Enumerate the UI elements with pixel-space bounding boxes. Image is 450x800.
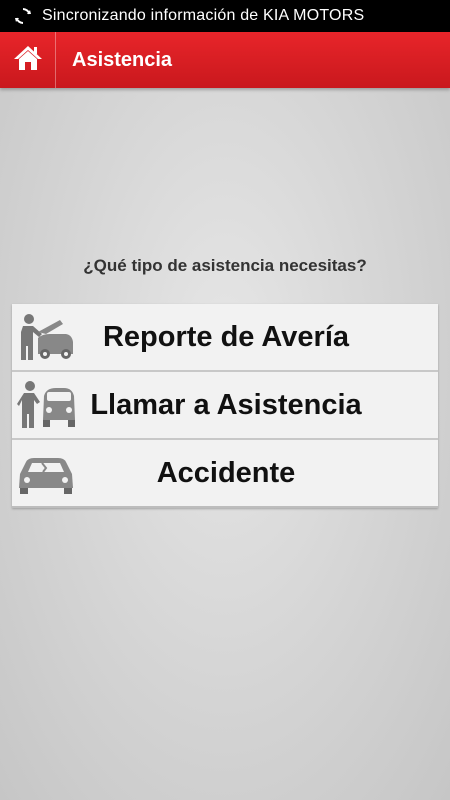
assistance-options: Reporte de Avería Llamar a Asistencia Ac… bbox=[12, 304, 438, 508]
option-breakdown-report[interactable]: Reporte de Avería bbox=[12, 304, 438, 372]
status-text: Sincronizando información de KIA MOTORS bbox=[42, 7, 365, 24]
option-label: Llamar a Asistencia bbox=[90, 388, 362, 421]
car-accident-icon bbox=[16, 446, 76, 502]
home-icon bbox=[13, 44, 43, 77]
option-label: Reporte de Avería bbox=[102, 320, 350, 353]
car-breakdown-icon bbox=[16, 310, 76, 366]
option-accident[interactable]: Accidente bbox=[12, 440, 438, 508]
page-title: Asistencia bbox=[72, 48, 173, 71]
roadside-assistance-icon bbox=[16, 378, 76, 434]
assistance-question: ¿Qué tipo de asistencia necesitas? bbox=[83, 256, 367, 275]
status-bar: Sincronizando información de KIA MOTORS bbox=[0, 0, 450, 32]
option-call-assistance[interactable]: Llamar a Asistencia bbox=[12, 372, 438, 440]
option-label: Accidente bbox=[156, 456, 296, 489]
app-bar: Asistencia bbox=[0, 32, 450, 88]
sync-icon bbox=[13, 6, 33, 26]
home-button[interactable] bbox=[0, 32, 56, 88]
